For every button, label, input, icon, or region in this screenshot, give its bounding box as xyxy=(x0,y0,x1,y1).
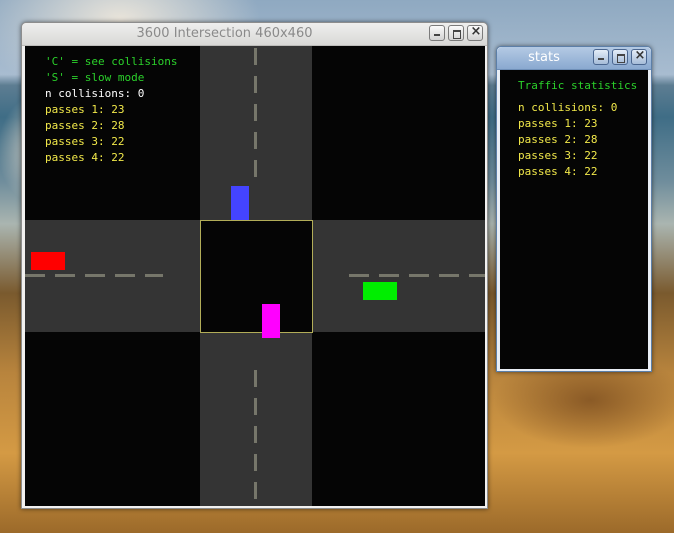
stats-window-title: stats xyxy=(528,50,560,65)
window-title: 3600 Intersection 460x460 xyxy=(136,26,313,41)
lane-dash xyxy=(254,482,257,499)
passes-4: passes 4: 22 xyxy=(45,151,125,164)
lane-dash xyxy=(349,274,369,277)
stats-collisions: n collisions: 0 xyxy=(518,101,618,114)
lane-dash xyxy=(254,48,257,65)
lane-dash xyxy=(409,274,429,277)
minimize-icon xyxy=(434,34,440,36)
lane-dash xyxy=(25,274,45,277)
stats-canvas: Traffic statistics n collisions: 0 passe… xyxy=(500,70,648,369)
lane-dash xyxy=(254,398,257,415)
lane-dash xyxy=(55,274,75,277)
help-collisions: 'C' = see collisions xyxy=(45,55,178,68)
lane-dash xyxy=(439,274,459,277)
close-icon: × xyxy=(634,48,646,63)
maximize-icon xyxy=(453,30,461,39)
stats-minimize-button[interactable] xyxy=(593,49,609,65)
maximize-button[interactable] xyxy=(448,25,464,41)
stats-titlebar[interactable]: stats × xyxy=(497,47,651,70)
simulation-canvas[interactable]: 'C' = see collisions 'S' = slow mode n c… xyxy=(25,46,485,506)
stats-maximize-button[interactable] xyxy=(612,49,628,65)
stats-window[interactable]: stats × Traffic statistics n collisions:… xyxy=(496,46,652,372)
lane-dash xyxy=(379,274,399,277)
intersection-titlebar[interactable]: 3600 Intersection 460x460 × xyxy=(22,23,487,46)
help-slow-mode: 'S' = slow mode xyxy=(45,71,145,84)
lane-dash xyxy=(145,274,163,277)
lane-dash xyxy=(115,274,135,277)
stats-passes-1: passes 1: 23 xyxy=(518,117,598,130)
close-button[interactable]: × xyxy=(467,24,483,41)
collisions-count: n collisions: 0 xyxy=(45,87,145,100)
lane-dash xyxy=(254,454,257,471)
minimize-icon xyxy=(598,58,604,60)
intersection-box xyxy=(200,220,313,333)
minimize-button[interactable] xyxy=(429,25,445,41)
lane-dash xyxy=(254,104,257,121)
car-magenta xyxy=(262,304,280,338)
stats-passes-2: passes 2: 28 xyxy=(518,133,598,146)
stats-passes-4: passes 4: 22 xyxy=(518,165,598,178)
lane-dash xyxy=(254,76,257,93)
car-red xyxy=(31,252,65,270)
passes-2: passes 2: 28 xyxy=(45,119,125,132)
stats-close-button[interactable]: × xyxy=(631,48,647,65)
close-icon: × xyxy=(470,24,482,39)
car-green xyxy=(363,282,397,300)
stats-passes-3: passes 3: 22 xyxy=(518,149,598,162)
intersection-window[interactable]: 3600 Intersection 460x460 × 'C' = see co… xyxy=(21,22,488,509)
passes-1: passes 1: 23 xyxy=(45,103,125,116)
lane-dash xyxy=(254,132,257,149)
lane-dash xyxy=(469,274,485,277)
lane-dash xyxy=(85,274,105,277)
lane-dash xyxy=(254,160,257,177)
maximize-icon xyxy=(617,54,625,63)
car-blue xyxy=(231,186,249,220)
passes-3: passes 3: 22 xyxy=(45,135,125,148)
lane-dash xyxy=(254,426,257,443)
lane-dash xyxy=(254,370,257,387)
stats-heading: Traffic statistics xyxy=(518,79,638,92)
